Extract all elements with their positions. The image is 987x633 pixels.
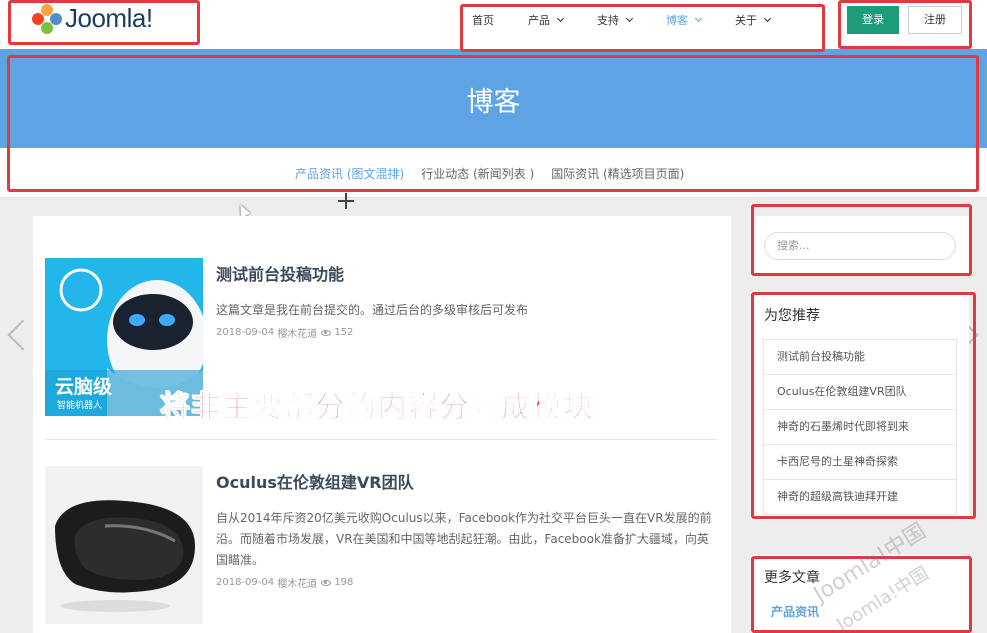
article-meta: 2018-09-04 樱木花道 198 xyxy=(216,575,716,590)
article-title[interactable]: 测试前台投稿功能 xyxy=(216,261,716,285)
article-excerpt: 自从2014年斥资20亿美元收购Oculus以来，Facebook作为社交平台巨… xyxy=(216,511,712,567)
thumbnail-caption: 云脑级 xyxy=(55,376,113,398)
article-views: 152 xyxy=(334,327,354,338)
annotation-box-banner xyxy=(7,55,979,192)
article-date: 2018-09-04 xyxy=(216,577,275,588)
annotation-box-account xyxy=(838,0,972,49)
eye-icon xyxy=(321,329,332,336)
article-title[interactable]: Oculus在伦敦组建VR团队 xyxy=(216,469,716,493)
annotation-box-logo xyxy=(8,0,200,45)
article-date: 2018-09-04 xyxy=(216,327,275,338)
annotation-box-search xyxy=(751,204,972,276)
thumbnail-subcaption: 智能机器人 xyxy=(57,401,103,411)
annotation-box-nav xyxy=(460,4,825,52)
eye-icon xyxy=(321,579,332,586)
article-author[interactable]: 樱木花道 xyxy=(277,325,317,340)
article-views: 198 xyxy=(334,577,354,588)
article-item: Oculus在伦敦组建VR团队 自从2014年斥资20亿美元收购Oculus以来… xyxy=(45,466,717,626)
annotation-caption: 将非主要部分的内容分隔成模块 xyxy=(160,390,594,426)
article-excerpt: 这篇文章是我在前台提交的。通过后台的多级审核后可发布 xyxy=(216,303,529,317)
divider xyxy=(45,439,717,440)
article-author[interactable]: 樱木花道 xyxy=(277,575,317,590)
annotation-box-recommend xyxy=(751,292,976,519)
article-meta: 2018-09-04 樱木花道 152 xyxy=(216,325,716,340)
article-thumbnail[interactable] xyxy=(45,466,203,624)
move-cursor-icon xyxy=(338,193,354,209)
